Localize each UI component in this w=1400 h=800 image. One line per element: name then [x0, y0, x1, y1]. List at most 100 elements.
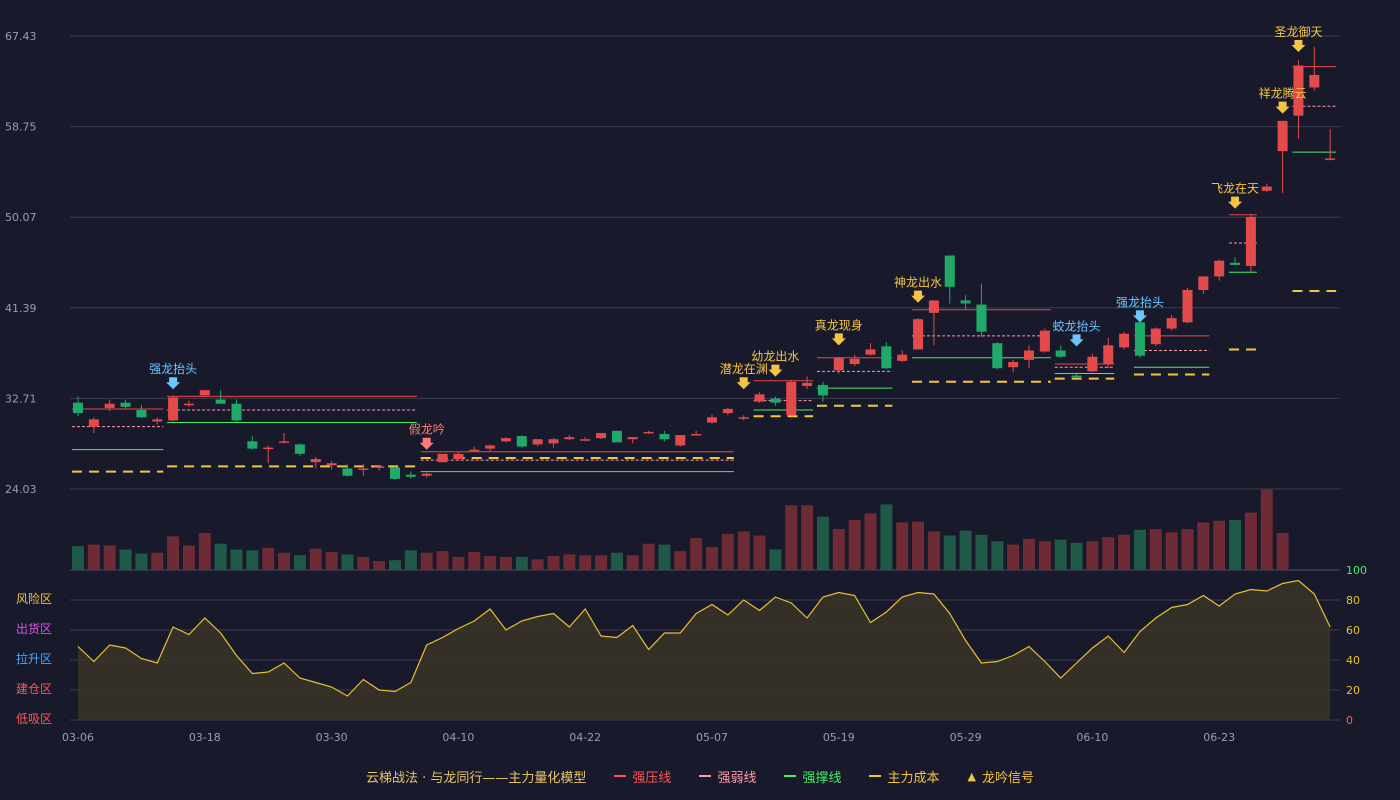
volume-bar: [1118, 534, 1131, 570]
y-tick-label: 41.39: [5, 302, 37, 315]
candle-body: [564, 437, 575, 440]
legend-item: 主力成本: [869, 767, 939, 786]
signal-arrow-icon: [768, 364, 783, 377]
volume-bar: [135, 553, 148, 570]
candle-body: [802, 382, 813, 386]
osc-tick-label: 0: [1346, 714, 1353, 727]
volume-bar: [357, 556, 370, 570]
osc-tick-label: 60: [1346, 624, 1360, 637]
x-tick-label: 04-22: [569, 731, 601, 744]
volume-bar: [1133, 529, 1146, 570]
volume-bar: [1260, 489, 1273, 570]
volume-bar: [1197, 522, 1210, 570]
volume-bar: [610, 552, 623, 570]
candle-body: [770, 398, 781, 403]
candle-body: [1008, 361, 1019, 368]
volume-bar: [72, 546, 84, 570]
legend-item: 强撑线: [784, 767, 841, 786]
candle-body: [1198, 276, 1209, 290]
candle-body: [865, 349, 876, 355]
oscillator-area: [78, 580, 1331, 720]
candle-body: [215, 399, 226, 404]
volume-bar: [975, 534, 988, 570]
candle-body: [500, 438, 511, 442]
signal-label: 真龙现身: [815, 317, 863, 332]
volume-bar: [389, 560, 401, 570]
volume-bar: [309, 548, 322, 570]
volume-bar: [769, 549, 782, 570]
candle-body: [231, 403, 242, 421]
volume-bar: [484, 556, 497, 570]
volume-bar: [785, 505, 798, 570]
zone-label: 低吸区: [16, 712, 52, 726]
candle-body: [643, 431, 654, 434]
signal-label: 幼龙出水: [751, 350, 799, 364]
candle-body: [833, 357, 844, 371]
volume-bar: [563, 554, 576, 570]
volume-bars: [72, 489, 1289, 570]
candle-body: [1182, 289, 1193, 323]
candle-body: [263, 447, 274, 450]
signal-label: 强龙抬头: [149, 362, 197, 376]
volume-bar: [373, 560, 386, 570]
volume-bar: [420, 552, 433, 570]
candle-body: [469, 449, 480, 452]
volume-bar: [404, 550, 417, 570]
candle-body: [168, 397, 179, 421]
candle-body: [326, 463, 337, 466]
x-tick-label: 04-10: [442, 731, 474, 744]
x-tick-label: 06-23: [1203, 731, 1235, 744]
signal-arrow-icon: [1228, 196, 1243, 209]
volume-bar: [1229, 519, 1242, 570]
legend-title-text: 云梯战法 · 与龙同行——主力量化模型: [366, 770, 587, 786]
x-tick-label: 05-29: [950, 731, 982, 744]
x-tick-label: 03-30: [316, 731, 348, 744]
volume-bar: [706, 547, 718, 570]
volume-bar: [1181, 529, 1194, 570]
candle-body: [104, 403, 115, 408]
candle-body: [374, 466, 385, 468]
candle-body: [881, 346, 892, 369]
x-tick-label: 05-07: [696, 731, 728, 744]
signal-label: 飞龙在天: [1211, 182, 1259, 196]
candle-body: [928, 300, 939, 313]
candle-body: [691, 433, 702, 436]
legend-label: 强弱线: [717, 770, 757, 786]
signal-label: 蛟龙抬头: [1053, 318, 1101, 333]
candle-body: [754, 394, 765, 402]
zone-label: 风险区: [16, 591, 52, 606]
y-tick-label: 32.71: [5, 392, 37, 405]
legend-label: 主力成本: [887, 770, 940, 786]
volume-bar: [991, 541, 1004, 570]
volume-bar: [626, 555, 639, 570]
candle-body: [342, 468, 353, 476]
candle-body: [1087, 356, 1098, 372]
candle-body: [1325, 158, 1336, 160]
candle-body: [516, 436, 527, 447]
candle-body: [580, 439, 591, 441]
volume-bar: [880, 504, 893, 570]
osc-tick-label: 20: [1346, 684, 1360, 697]
volume-bar: [864, 513, 877, 570]
volume-bar: [690, 538, 703, 570]
volume-bar: [341, 554, 354, 570]
candle-body: [199, 390, 210, 396]
volume-bar: [278, 552, 291, 570]
volume-bar: [721, 533, 734, 570]
volume-bar: [737, 531, 750, 570]
x-axis-labels: 03-06 03-18 03-30 04-10 04-22 05-07 05-19 05-29…: [62, 731, 1235, 744]
candle-body: [421, 473, 432, 476]
legend: 云梯战法 · 与龙同行——主力量化模型 强压线 强弱线 强撑线 主力成本 ▲ 龙吟信号: [0, 764, 1400, 788]
volume-bar: [816, 516, 829, 570]
candle-body: [405, 474, 416, 477]
volume-bar: [230, 549, 243, 570]
x-tick-label: 03-06: [62, 731, 94, 744]
candle-body: [722, 408, 733, 414]
candle-body: [1277, 120, 1288, 152]
legend-swatch: [784, 775, 797, 777]
volume-bar: [642, 543, 655, 570]
volume-bar: [959, 530, 972, 570]
volume-bar: [547, 556, 560, 570]
candle-series: [73, 46, 1336, 480]
candle-body: [1261, 186, 1272, 191]
